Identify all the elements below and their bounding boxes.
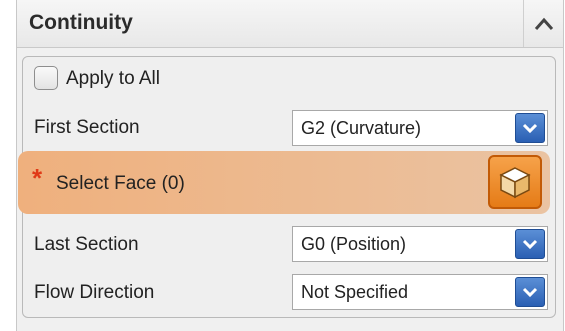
dropdown-arrow-icon[interactable] <box>515 277 545 307</box>
flow-direction-dropdown[interactable]: Not Specified <box>292 274 548 310</box>
first-section-dropdown[interactable]: G2 (Curvature) <box>292 110 548 146</box>
last-section-label: Last Section <box>34 234 139 255</box>
flow-direction-value: Not Specified <box>301 282 409 302</box>
last-section-dropdown[interactable]: G0 (Position) <box>292 226 548 262</box>
dropdown-arrow-icon[interactable] <box>515 229 545 259</box>
dropdown-arrow-icon[interactable] <box>515 113 545 143</box>
first-section-label: First Section <box>34 117 140 138</box>
first-section-value: G2 (Curvature) <box>301 118 422 138</box>
flow-direction-label: Flow Direction <box>34 282 155 303</box>
chevron-up-icon <box>534 17 553 30</box>
required-asterisk: * <box>32 163 43 193</box>
panel-header[interactable]: Continuity <box>17 0 563 48</box>
apply-to-all-label[interactable]: Apply to All <box>66 68 160 90</box>
collapse-button[interactable] <box>523 0 563 47</box>
select-face-button[interactable] <box>488 155 542 209</box>
last-section-value: G0 (Position) <box>301 234 407 254</box>
select-face-label: Select Face (0) <box>56 173 185 194</box>
apply-to-all-checkbox[interactable] <box>34 66 58 90</box>
cube-icon <box>499 167 531 199</box>
panel-title: Continuity <box>29 11 133 34</box>
